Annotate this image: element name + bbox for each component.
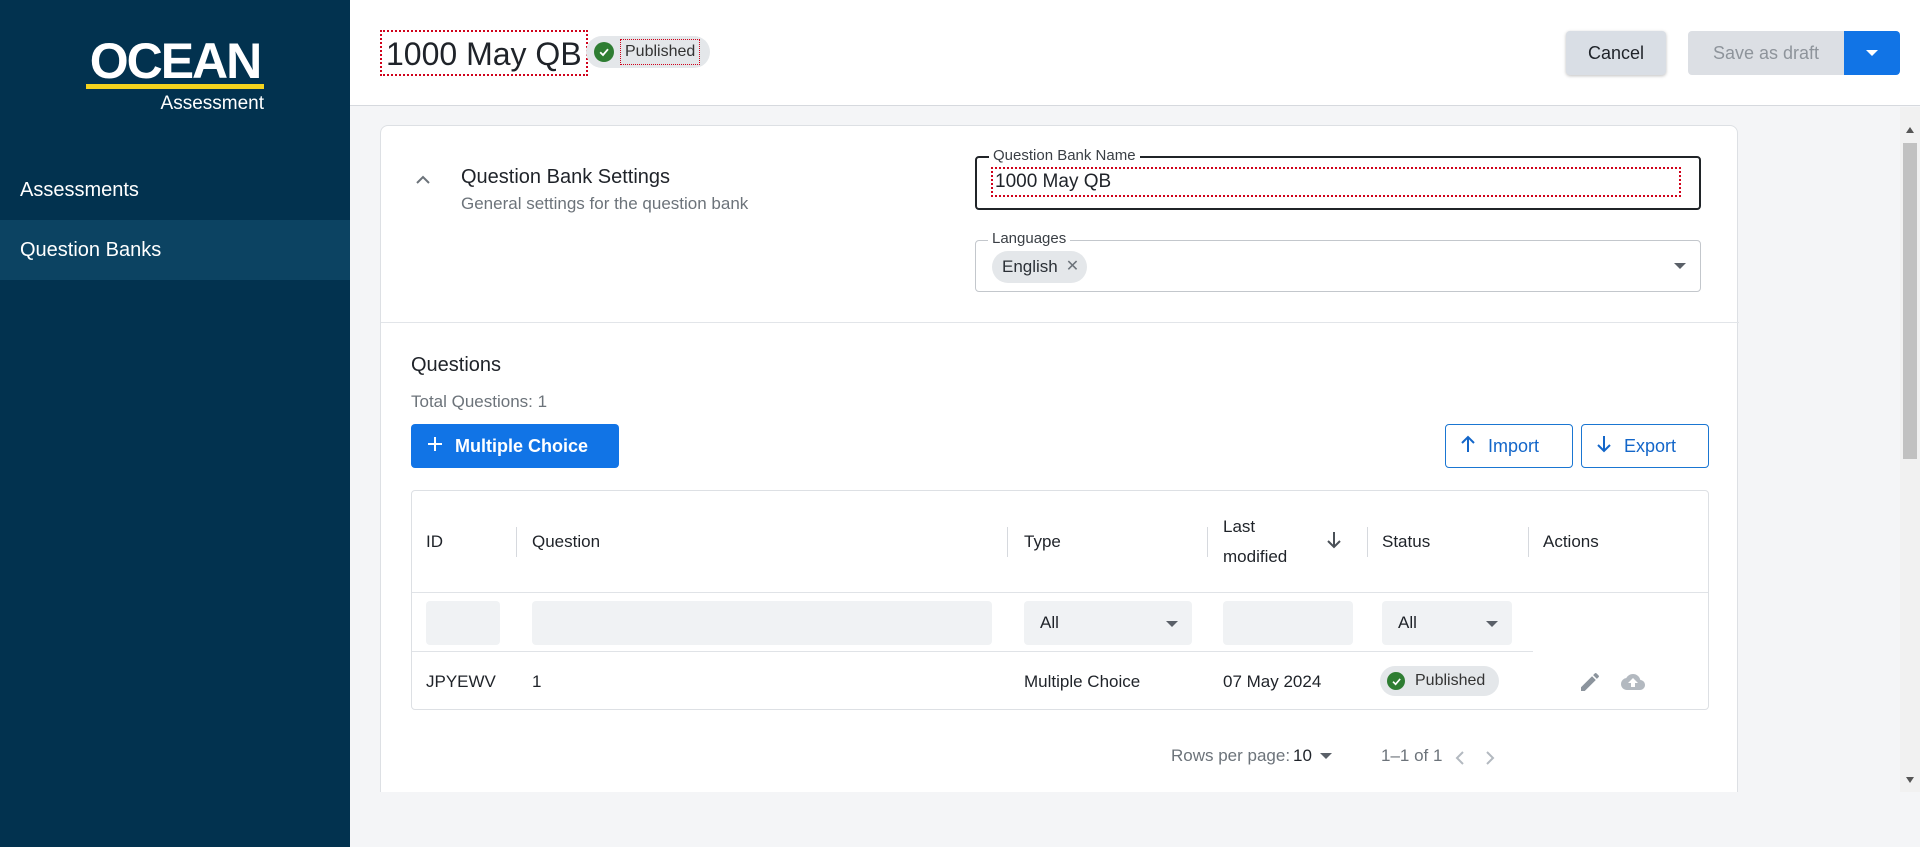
main-content[interactable]: Question Bank Settings General settings … <box>350 107 1900 792</box>
question-bank-name-label: Question Bank Name <box>989 147 1140 165</box>
filter-row-divider <box>412 651 1533 652</box>
column-header-question[interactable]: Question <box>532 491 600 593</box>
scroll-down-icon[interactable] <box>1906 777 1914 783</box>
export-button[interactable]: Export <box>1581 424 1709 468</box>
column-header-id[interactable]: ID <box>426 491 443 593</box>
column-header-type[interactable]: Type <box>1024 491 1061 593</box>
more-actions-dropdown-button[interactable] <box>1844 31 1900 75</box>
cell-type: Multiple Choice <box>1024 672 1141 691</box>
language-chip: English ✕ <box>992 251 1088 283</box>
sidebar-item-assessments[interactable]: Assessments <box>0 160 350 220</box>
id-filter-input[interactable] <box>426 601 500 645</box>
status-badge: Published <box>586 36 711 68</box>
sidebar: OCEAN Assessment Assessments Question Ba… <box>0 0 350 847</box>
languages-label: Languages <box>988 230 1071 248</box>
logo-wordmark: OCEAN <box>89 33 263 89</box>
column-separator[interactable] <box>1007 527 1008 557</box>
cell-id: JPYEWV <box>426 672 496 691</box>
settings-title: Question Bank Settings <box>461 166 671 188</box>
pagination-range: 1–1 of 1 <box>1381 746 1443 765</box>
arrow-down-icon <box>1596 435 1612 458</box>
rows-per-page-value: 10 <box>1293 746 1312 765</box>
arrow-up-icon <box>1460 435 1476 458</box>
column-header-status[interactable]: Status <box>1382 491 1430 593</box>
caret-down-icon[interactable] <box>1674 263 1686 269</box>
column-header-actions: Actions <box>1543 532 1599 551</box>
type-filter-select[interactable]: All <box>1024 601 1192 645</box>
question-bank-card: Question Bank Settings General settings … <box>380 125 1739 792</box>
remove-chip-icon[interactable]: ✕ <box>1066 259 1079 275</box>
cell-question[interactable]: 1 <box>532 653 541 711</box>
cell-last-modified: 07 May 2024 <box>1223 672 1322 691</box>
scrollbar-thumb[interactable] <box>1903 143 1917 459</box>
questions-table: ID Question Type Last modified Status Ac… <box>411 490 1709 710</box>
import-button[interactable]: Import <box>1445 424 1573 468</box>
logo-subtitle: Assessment <box>160 93 264 114</box>
settings-subtitle: General settings for the question bank <box>461 194 749 213</box>
column-separator[interactable] <box>1367 527 1368 557</box>
page-title: 1000 May QB <box>380 30 588 76</box>
add-multiple-choice-label: Multiple Choice <box>455 435 589 456</box>
column-separator[interactable] <box>1528 527 1529 557</box>
scroll-up-icon[interactable] <box>1906 127 1914 133</box>
vertical-scrollbar[interactable] <box>1900 107 1920 792</box>
column-separator[interactable] <box>516 527 517 557</box>
caret-down-icon <box>1166 621 1178 627</box>
footer-area <box>350 792 1920 847</box>
caret-down-icon <box>1319 753 1332 759</box>
language-chip-label: English <box>1002 257 1058 276</box>
section-divider <box>381 322 1739 323</box>
questions-heading: Questions <box>411 354 502 376</box>
logo-underline <box>86 84 264 89</box>
rows-per-page-select[interactable]: 10 <box>1293 746 1332 766</box>
caret-down-icon <box>1866 50 1878 56</box>
chevron-left-icon[interactable] <box>1455 750 1465 766</box>
page-header: 1000 May QB Published Cancel Save as dra… <box>350 0 1920 106</box>
chevron-right-icon[interactable] <box>1485 750 1495 766</box>
row-status-label: Published <box>1415 672 1486 689</box>
sort-descending-icon[interactable] <box>1326 531 1342 554</box>
edit-pencil-icon[interactable] <box>1578 670 1602 699</box>
cloud-upload-icon[interactable] <box>1618 670 1648 699</box>
question-bank-name-field: Question Bank Name <box>975 147 1701 210</box>
add-multiple-choice-button[interactable]: Multiple Choice <box>411 424 619 468</box>
type-filter-value: All <box>1040 613 1059 632</box>
header-divider <box>412 592 1708 593</box>
sidebar-item-question-banks[interactable]: Question Banks <box>0 220 350 280</box>
question-bank-name-input[interactable] <box>991 167 1681 197</box>
caret-down-icon <box>1486 621 1498 627</box>
export-label: Export <box>1624 435 1677 456</box>
save-as-draft-button[interactable]: Save as draft <box>1688 31 1844 75</box>
column-header-last-modified[interactable]: Last modified <box>1223 491 1313 593</box>
chevron-up-icon[interactable] <box>415 172 431 190</box>
cancel-button[interactable]: Cancel <box>1566 31 1666 75</box>
last-modified-filter-input[interactable] <box>1223 601 1353 645</box>
rows-per-page-label: Rows per page: <box>1171 746 1291 765</box>
languages-select[interactable]: Languages English ✕ <box>975 230 1701 292</box>
status-filter-value: All <box>1398 613 1417 632</box>
total-questions: Total Questions: 1 <box>411 392 548 411</box>
check-circle-icon <box>594 42 614 62</box>
question-filter-input[interactable] <box>532 601 992 645</box>
ocean-logo[interactable]: OCEAN Assessment <box>84 36 266 114</box>
row-status-badge: Published <box>1380 666 1500 696</box>
column-separator[interactable] <box>1207 527 1208 557</box>
import-label: Import <box>1488 435 1540 456</box>
plus-icon <box>427 436 443 457</box>
status-filter-select[interactable]: All <box>1382 601 1512 645</box>
status-badge-label: Published <box>620 39 701 65</box>
check-circle-icon <box>1387 672 1405 690</box>
